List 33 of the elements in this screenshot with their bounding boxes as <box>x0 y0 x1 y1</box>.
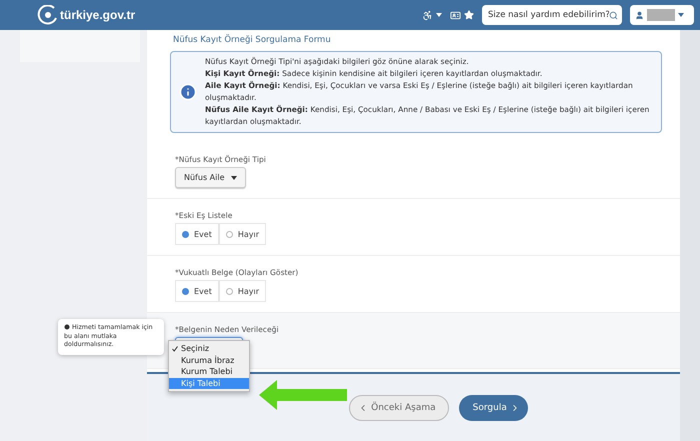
site-logo[interactable]: türkiye.gov.tr <box>60 8 136 22</box>
accessibility-menu[interactable] <box>422 10 442 20</box>
radio-icon <box>182 230 189 238</box>
caret-icon <box>436 13 442 17</box>
radio-icon <box>226 288 233 294</box>
user-icon <box>635 10 644 20</box>
check-icon <box>172 346 178 352</box>
form-title: Nüfus Kayıt Örneği Sorgulama Formu <box>172 33 332 47</box>
star-icon[interactable] <box>464 10 474 20</box>
menu-item[interactable]: Seçiniz <box>169 343 249 354</box>
radio-icon <box>226 230 233 238</box>
menu-item[interactable]: Kuruma İbraz <box>169 354 249 366</box>
caret-icon <box>230 176 236 180</box>
dropdown-select[interactable]: Nüfus Aile <box>175 167 246 188</box>
logo-icon <box>36 5 58 25</box>
search-field[interactable]: Size nasıl yardım edebilirim? <box>482 5 622 25</box>
avatar-placeholder <box>647 9 675 21</box>
accessibility-icon <box>422 10 433 20</box>
radio-option[interactable]: Hayır <box>218 280 266 302</box>
search-icon <box>609 10 618 20</box>
info-icon <box>179 83 197 101</box>
radio-option[interactable]: Hayır <box>218 223 266 245</box>
radio-option[interactable]: Evet <box>175 280 219 302</box>
submit-button[interactable]: Sorgula <box>458 394 528 420</box>
back-button[interactable]: Önceki Aşama <box>349 394 449 420</box>
radio-icon <box>182 288 189 294</box>
menu-item[interactable]: Kurum Talebi <box>169 366 249 378</box>
id-card-icon[interactable] <box>450 10 461 20</box>
caret-icon <box>678 13 684 17</box>
radio-option[interactable]: Evet <box>175 223 219 245</box>
arrow-icon <box>259 380 347 410</box>
user-menu-button[interactable] <box>630 5 694 25</box>
bullet-icon <box>64 324 70 330</box>
